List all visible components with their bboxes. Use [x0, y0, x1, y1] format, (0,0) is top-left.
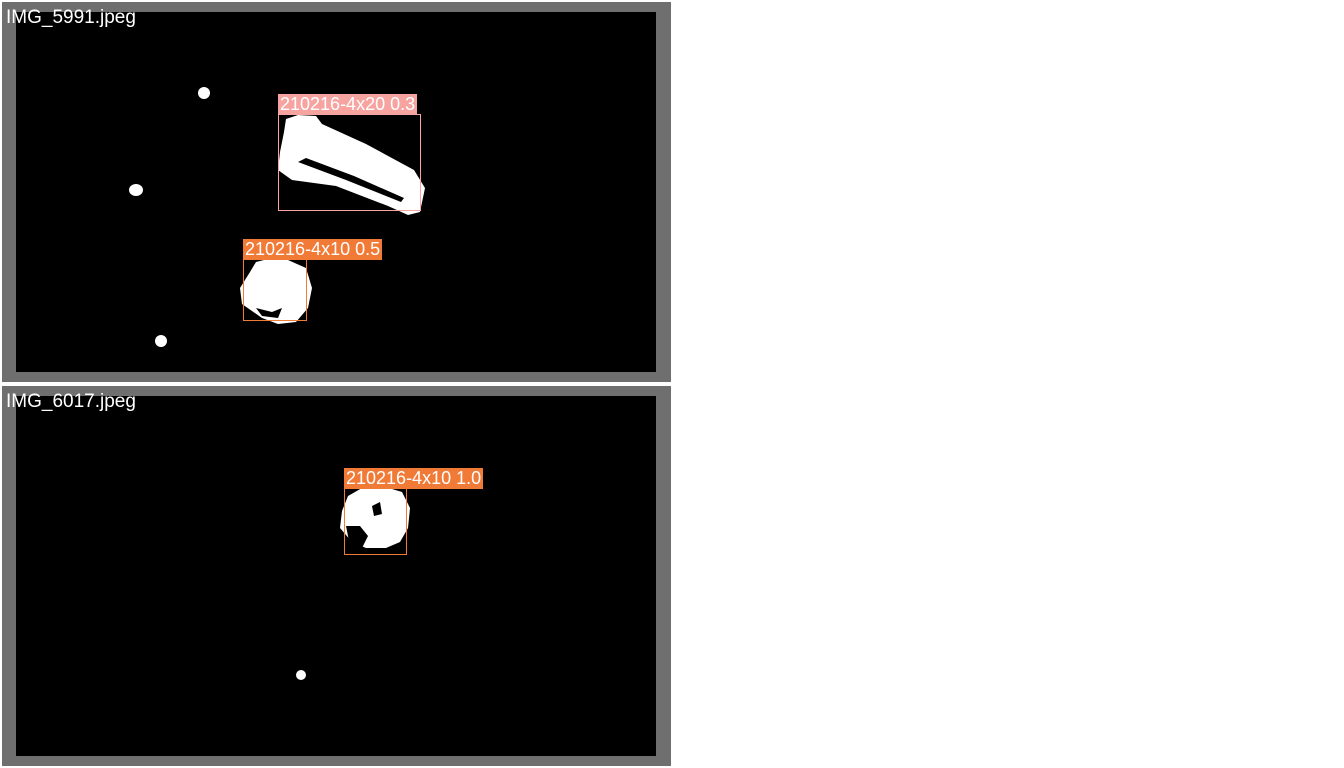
- detection-box[interactable]: [344, 488, 407, 555]
- detection-box[interactable]: [278, 114, 421, 211]
- speck-blob: [155, 335, 167, 347]
- image-filename: IMG_5991.jpeg: [6, 7, 136, 28]
- image-canvas-1[interactable]: 210216-4x20 0.3 210216-4x10 0.5: [16, 12, 656, 372]
- image-canvas-2[interactable]: 210216-4x10 1.0: [16, 396, 656, 756]
- speck-blob: [129, 184, 143, 196]
- speck-blob: [198, 87, 210, 99]
- speck-blob: [296, 670, 306, 680]
- segmentation-mask-2: [296, 486, 410, 680]
- detection-label: 210216-4x10 0.5: [243, 239, 383, 260]
- image-filename: IMG_6017.jpeg: [6, 391, 136, 412]
- detection-box[interactable]: [243, 259, 307, 321]
- detection-label: 210216-4x20 0.3: [278, 94, 418, 115]
- detection-label: 210216-4x10 1.0: [344, 468, 484, 489]
- image-panel-1[interactable]: 210216-4x20 0.3 210216-4x10 0.5 IMG_5991…: [2, 2, 671, 382]
- image-panel-2[interactable]: 210216-4x10 1.0 IMG_6017.jpeg: [2, 386, 671, 766]
